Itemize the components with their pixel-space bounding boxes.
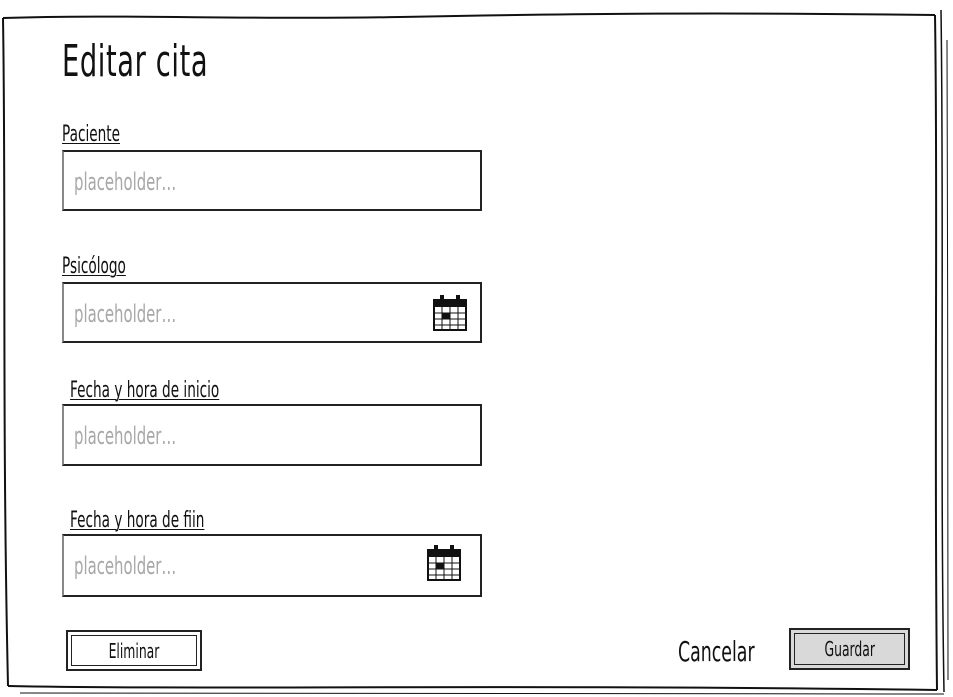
psychologist-input[interactable]: placeholder… (62, 282, 482, 343)
start-datetime-input[interactable]: placeholder… (62, 404, 482, 466)
cancel-button[interactable]: Cancelar (678, 638, 755, 666)
delete-button-label: Eliminar (108, 638, 160, 663)
start-datetime-label: Fecha y hora de inicio (70, 378, 220, 403)
psychologist-placeholder: placeholder… (74, 300, 177, 328)
delete-button[interactable]: Eliminar (66, 630, 202, 671)
save-button[interactable]: Guardar (789, 628, 910, 670)
save-button-label: Guardar (824, 637, 875, 661)
start-datetime-placeholder: placeholder… (74, 422, 177, 450)
dialog-title: Editar cita (62, 36, 209, 87)
calendar-icon[interactable] (426, 544, 462, 582)
patient-label: Paciente (62, 122, 121, 147)
patient-input[interactable]: placeholder… (62, 150, 482, 211)
end-datetime-label: Fecha y hora de fiin (70, 508, 205, 533)
patient-placeholder: placeholder… (74, 168, 177, 196)
psychologist-label: Psicólogo (62, 254, 126, 279)
calendar-icon[interactable] (432, 294, 468, 332)
end-datetime-input[interactable]: placeholder… (62, 534, 482, 597)
end-datetime-placeholder: placeholder… (74, 552, 177, 580)
